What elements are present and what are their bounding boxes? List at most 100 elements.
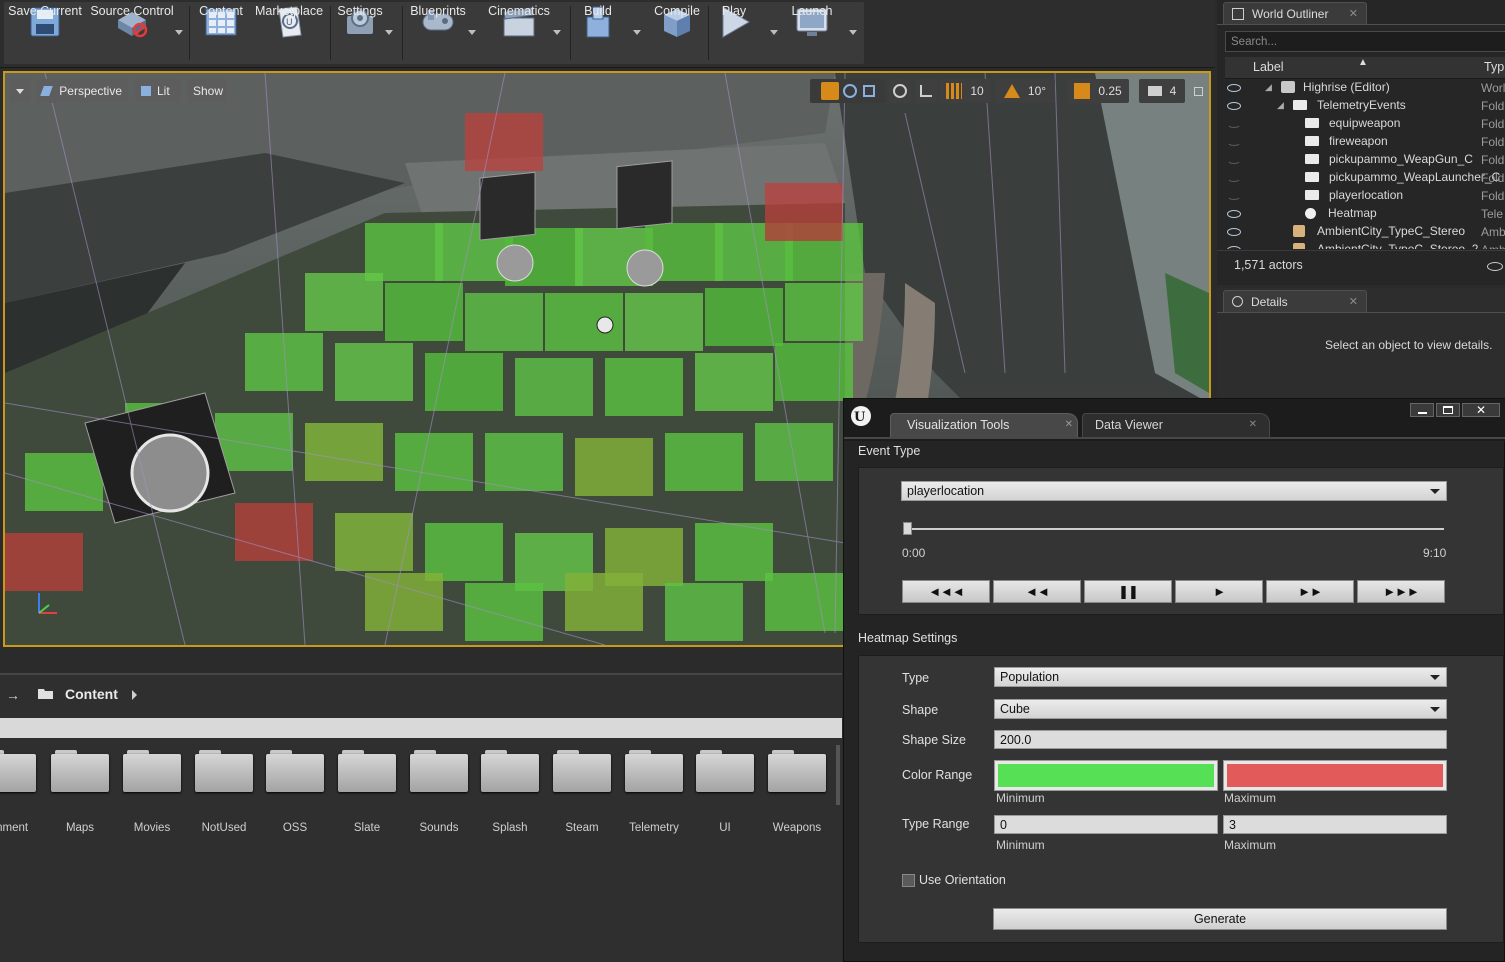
outliner-row[interactable]: Heatmap Tele	[1217, 205, 1505, 223]
use-orientation-checkbox[interactable]	[902, 874, 915, 887]
outliner-row[interactable]: playerlocation Fold	[1217, 187, 1505, 205]
view-options-eye-icon[interactable]	[1487, 262, 1503, 271]
translate-icon[interactable]	[821, 82, 839, 100]
folder-item[interactable]: Movies	[123, 750, 181, 840]
visibility-eye-icon[interactable]	[1227, 210, 1241, 218]
close-icon[interactable]: ✕	[1249, 419, 1257, 430]
settings-dropdown[interactable]	[385, 30, 393, 35]
folder-item[interactable]: OSS	[266, 750, 324, 840]
visibility-eye-icon[interactable]	[1227, 102, 1241, 110]
content-button[interactable]: Content	[196, 4, 246, 62]
window-close-button[interactable]: ✕	[1462, 403, 1500, 417]
build-button[interactable]: Build	[576, 4, 620, 62]
play-button[interactable]: ►	[1175, 580, 1263, 603]
scale-snap[interactable]: 0.25	[1067, 79, 1129, 103]
outliner-row[interactable]: fireweapon Fold	[1217, 133, 1505, 151]
forward-button[interactable]: →	[0, 683, 20, 707]
label-column-header[interactable]: Label	[1253, 60, 1284, 74]
close-icon[interactable]: ✕	[1349, 7, 1358, 20]
scrollbar[interactable]	[836, 745, 840, 805]
pause-button[interactable]: ❚❚	[1084, 580, 1172, 603]
tab-data-viewer[interactable]: Data Viewer ✕	[1082, 413, 1270, 437]
timeline-scrubber-handle[interactable]	[903, 522, 912, 535]
outliner-row[interactable]: AmbientCity_TypeC_Stereo_2Amb	[1217, 241, 1505, 249]
content-filter-bar[interactable]	[0, 718, 842, 738]
visibility-eye-icon[interactable]	[1227, 246, 1241, 249]
folder-item[interactable]: NotUsed	[195, 750, 253, 840]
outliner-row[interactable]: pickupammo_WeapGun_C Fold	[1217, 151, 1505, 169]
color-max-swatch[interactable]	[1223, 760, 1447, 791]
visibility-eye-icon[interactable]	[1227, 174, 1241, 182]
shape-dropdown[interactable]: Cube	[994, 699, 1447, 719]
visibility-eye-icon[interactable]	[1227, 138, 1241, 146]
minimize-button[interactable]	[1410, 403, 1434, 417]
tab-visualization-tools[interactable]: Visualization Tools ✕	[890, 413, 1078, 437]
build-dropdown[interactable]	[633, 30, 641, 35]
type-column-header[interactable]: Typ	[1484, 60, 1504, 74]
visibility-eye-icon[interactable]	[1227, 120, 1241, 128]
perspective-button[interactable]: Perspective	[36, 79, 128, 103]
visibility-eye-icon[interactable]	[1227, 192, 1241, 200]
close-icon[interactable]: ✕	[1349, 295, 1358, 308]
viewport-options-button[interactable]	[9, 79, 31, 103]
outliner-row[interactable]: ◢ Highrise (Editor) Worl	[1217, 79, 1505, 97]
save-current-button[interactable]: Save Current	[8, 4, 82, 62]
cinematics-dropdown[interactable]	[553, 30, 561, 35]
expand-arrow-icon[interactable]: ◢	[1277, 100, 1284, 111]
launch-button[interactable]: Launch	[786, 4, 838, 62]
folder-item[interactable]: Slate	[338, 750, 396, 840]
folder-item[interactable]: Sounds	[410, 750, 468, 840]
source-control-dropdown[interactable]	[175, 30, 183, 35]
scale-icon[interactable]	[863, 85, 875, 97]
folder-item[interactable]: Weapons	[768, 750, 826, 840]
marketplace-button[interactable]: U Marketplace	[252, 4, 326, 62]
step-forward-button[interactable]: ►►	[1266, 580, 1354, 603]
shape-size-input[interactable]: 200.0	[994, 730, 1447, 749]
type-range-min-input[interactable]: 0	[994, 815, 1218, 834]
tab-details[interactable]: Details ✕	[1223, 290, 1367, 312]
settings-button[interactable]: Settings	[336, 4, 384, 62]
outliner-row[interactable]: equipweapon Fold	[1217, 115, 1505, 133]
outliner-row[interactable]: ◢ TelemetryEvents Fold	[1217, 97, 1505, 115]
jump-to-start-button[interactable]: ◄◄◄	[902, 580, 990, 603]
surface-snap-toggle[interactable]	[915, 79, 937, 103]
world-local-toggle[interactable]	[889, 79, 911, 103]
heatmap-type-dropdown[interactable]: Population	[994, 667, 1447, 687]
play-dropdown[interactable]	[770, 30, 778, 35]
cinematics-button[interactable]: Cinematics	[485, 4, 553, 62]
visibility-eye-icon[interactable]	[1227, 228, 1241, 236]
source-control-button[interactable]: Source Control	[88, 4, 176, 62]
type-range-max-input[interactable]: 3	[1223, 815, 1447, 834]
step-back-button[interactable]: ◄◄	[993, 580, 1081, 603]
folder-item[interactable]: Splash	[481, 750, 539, 840]
outliner-row[interactable]: pickupammo_WeapLauncher_C Fold	[1217, 169, 1505, 187]
color-min-swatch[interactable]	[994, 760, 1218, 791]
grid-snap[interactable]: 10	[939, 79, 991, 103]
jump-to-end-button[interactable]: ►►►	[1357, 580, 1445, 603]
compile-button[interactable]: Compile	[652, 4, 702, 62]
camera-speed[interactable]: 4	[1139, 79, 1185, 103]
folder-item[interactable]: Telemetry	[625, 750, 683, 840]
launch-dropdown[interactable]	[849, 30, 857, 35]
event-type-dropdown[interactable]: playerlocation	[901, 481, 1447, 501]
folder-item[interactable]: Steam	[553, 750, 611, 840]
show-button[interactable]: Show	[187, 79, 227, 103]
outliner-search-input[interactable]: Search...	[1225, 31, 1505, 52]
maximize-button[interactable]	[1436, 403, 1460, 417]
outliner-row[interactable]: AmbientCity_TypeC_Stereo Amb	[1217, 223, 1505, 241]
visibility-eye-icon[interactable]	[1227, 84, 1241, 92]
blueprints-button[interactable]: Blueprints	[407, 4, 469, 62]
expand-arrow-icon[interactable]: ◢	[1265, 82, 1272, 93]
play-button[interactable]: Play	[712, 4, 756, 62]
folder-item[interactable]: Maps	[51, 750, 109, 840]
lit-button[interactable]: Lit	[135, 79, 181, 103]
tab-world-outliner[interactable]: World Outliner ✕	[1223, 2, 1367, 24]
visibility-eye-icon[interactable]	[1227, 156, 1241, 164]
timeline-track[interactable]	[904, 528, 1444, 530]
close-icon[interactable]: ✕	[1065, 419, 1073, 430]
rotation-snap[interactable]: 10°	[995, 79, 1055, 103]
breadcrumb-chevron-icon[interactable]	[132, 690, 137, 700]
rotate-icon[interactable]	[843, 84, 857, 98]
breadcrumb-content[interactable]: Content	[65, 686, 118, 702]
blueprints-dropdown[interactable]	[468, 30, 476, 35]
